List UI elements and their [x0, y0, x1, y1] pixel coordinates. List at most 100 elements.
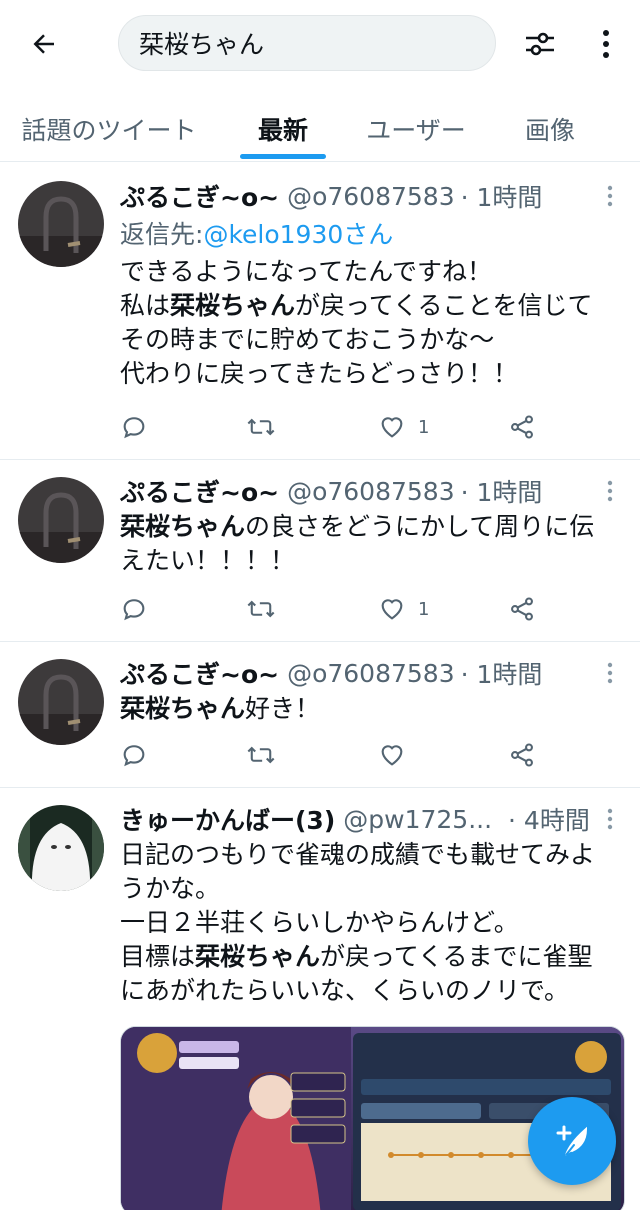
tab-users[interactable]: ユーザー — [350, 96, 482, 162]
arrow-left-icon — [33, 34, 54, 54]
tweet-text-line: 栞桜ちゃん好き！ — [120, 692, 625, 726]
reply-mention-link[interactable]: @kelo1930さん — [203, 215, 393, 251]
avatar[interactable] — [18, 805, 104, 891]
tab-latest[interactable]: 最新 — [232, 96, 334, 162]
reply-button[interactable] — [120, 591, 148, 627]
text-run: の良さをどうにかして周りに伝 — [245, 512, 595, 541]
tweet-menu-button[interactable] — [598, 473, 622, 509]
feather-plus-icon — [556, 1125, 588, 1156]
tab-label: 画像 — [524, 116, 575, 145]
reply-button[interactable] — [120, 737, 148, 773]
active-tab-indicator — [240, 154, 326, 159]
user-handle[interactable]: @pw1725... — [343, 805, 492, 834]
text-run: にあがれたらいいな、くらいのノリで。 — [120, 976, 570, 1005]
tab-top-tweets[interactable]: 話題のツイート — [0, 96, 218, 162]
tweet-text: 栞桜ちゃん好き！ — [120, 692, 625, 726]
tweet-text-line: 私は栞桜ちゃんが戻ってくることを信じて — [120, 289, 625, 323]
share-icon — [511, 743, 533, 767]
display-name[interactable]: ぷるこぎ~o~ — [120, 473, 279, 509]
compose-tweet-button[interactable] — [528, 1097, 616, 1185]
retweet-icon — [247, 418, 275, 436]
speech-bubble-icon — [123, 599, 145, 621]
tweet-menu-button[interactable] — [598, 801, 622, 837]
tweet-actions: 1 — [120, 409, 550, 445]
tab-label: ユーザー — [366, 116, 466, 145]
reply-button[interactable] — [120, 409, 148, 445]
tweet-text-line: できるようになってたんですね！ — [120, 255, 625, 289]
text-run: うかな。 — [120, 874, 221, 903]
tweet-text-line: えたい！！！！ — [120, 544, 625, 578]
tweet-text-line: 代わりに戻ってきたらどっさり！！ — [120, 357, 625, 391]
speech-bubble-icon — [123, 745, 145, 767]
like-button[interactable]: 1 — [378, 591, 429, 627]
display-name[interactable]: ぷるこぎ~o~ — [120, 178, 279, 214]
search-tabs: 話題のツイート 最新 ユーザー 画像 — [0, 96, 640, 162]
tweet-text-line: にあがれたらいいな、くらいのノリで。 — [120, 974, 625, 1008]
top-bar: 栞桜ちゃん — [0, 0, 640, 88]
tab-images[interactable]: 画像 — [500, 96, 600, 162]
tweet[interactable]: ぷるこぎ~o~ @o76087583 · 1時間 栞桜ちゃんの良さをどうにかして… — [0, 460, 640, 642]
share-button[interactable] — [508, 591, 536, 627]
tweet-header: ぷるこぎ~o~ @o76087583 · 1時間 — [120, 473, 542, 509]
tweet-text-line: 栞桜ちゃんの良さをどうにかして周りに伝 — [120, 510, 625, 544]
tweet-header: きゅーかんばー(3) @pw1725... · 4時間 — [120, 801, 590, 837]
timestamp[interactable]: · 1時間 — [461, 178, 543, 214]
tweet-text-line: 日記のつもりで雀魂の成績でも載せてみよ — [120, 838, 625, 872]
share-button[interactable] — [508, 737, 536, 773]
display-name[interactable]: きゅーかんばー(3) — [120, 801, 335, 837]
tweet-text: 日記のつもりで雀魂の成績でも載せてみよ うかな。 一日２半荘くらいしかやらんけど… — [120, 838, 625, 1008]
like-button[interactable]: 1 — [378, 409, 429, 445]
user-handle[interactable]: @o76087583 — [287, 182, 455, 211]
tweet-text: できるようになってたんですね！ 私は栞桜ちゃんが戻ってくることを信じて その時ま… — [120, 255, 625, 391]
speech-bubble-icon — [123, 417, 145, 439]
avatar[interactable] — [18, 477, 104, 563]
user-handle[interactable]: @o76087583 — [287, 477, 455, 506]
retweet-button[interactable] — [246, 591, 276, 627]
timestamp[interactable]: · 1時間 — [461, 473, 543, 509]
tweet-header: ぷるこぎ~o~ @o76087583 · 1時間 — [120, 655, 542, 691]
tweet-text-line: 目標は栞桜ちゃんが戻ってくるまでに雀聖 — [120, 940, 625, 974]
tweet-header: ぷるこぎ~o~ @o76087583 · 1時間 — [120, 178, 542, 214]
reply-prefix: 返信先: — [120, 220, 204, 249]
tweet[interactable]: ぷるこぎ~o~ @o76087583 · 1時間 栞桜ちゃん好き！ — [0, 642, 640, 788]
avatar[interactable] — [18, 181, 104, 267]
vertical-ellipsis-icon — [607, 480, 613, 502]
text-run: 目標は — [120, 942, 196, 971]
like-count: 1 — [418, 416, 430, 438]
search-input[interactable]: 栞桜ちゃん — [118, 15, 496, 71]
avatar[interactable] — [18, 659, 104, 745]
tweet[interactable]: ぷるこぎ~o~ @o76087583 · 1時間 返信先: @kelo1930さ… — [0, 163, 640, 460]
tweet-menu-button[interactable] — [598, 655, 622, 691]
vertical-ellipsis-icon — [607, 662, 613, 684]
text-run: えたい！！！！ — [120, 546, 296, 575]
share-icon — [511, 415, 533, 439]
more-options-button[interactable] — [588, 22, 624, 66]
text-run: 私は — [120, 291, 171, 320]
search-highlight: 栞桜ちゃん — [170, 291, 296, 320]
tweet-actions — [120, 737, 550, 773]
search-highlight: 栞桜ちゃん — [120, 512, 246, 541]
timestamp[interactable]: · 1時間 — [461, 655, 543, 691]
search-highlight: 栞桜ちゃん — [195, 942, 321, 971]
like-count: 1 — [418, 598, 430, 620]
retweet-button[interactable] — [246, 737, 276, 773]
heart-icon — [381, 745, 403, 766]
tweet-text-line: 一日２半荘くらいしかやらんけど。 — [120, 906, 625, 940]
timestamp[interactable]: · 4時間 — [508, 801, 590, 837]
share-button[interactable] — [508, 409, 536, 445]
tweet-actions: 1 — [120, 591, 550, 627]
vertical-ellipsis-icon — [607, 185, 613, 207]
search-filter-button[interactable] — [518, 22, 562, 66]
like-button[interactable] — [378, 737, 418, 773]
vertical-ellipsis-icon — [607, 808, 613, 830]
back-button[interactable] — [22, 22, 66, 66]
heart-icon — [381, 599, 403, 620]
tab-label: 最新 — [257, 116, 308, 145]
display-name[interactable]: ぷるこぎ~o~ — [120, 655, 279, 691]
tweet-text-line: うかな。 — [120, 872, 625, 906]
user-handle[interactable]: @o76087583 — [287, 659, 455, 688]
text-run: できるようになってたんですね！ — [120, 257, 493, 286]
text-run: 一日２半荘くらいしかやらんけど。 — [120, 908, 519, 937]
tweet-menu-button[interactable] — [598, 178, 622, 214]
retweet-button[interactable] — [246, 409, 276, 445]
